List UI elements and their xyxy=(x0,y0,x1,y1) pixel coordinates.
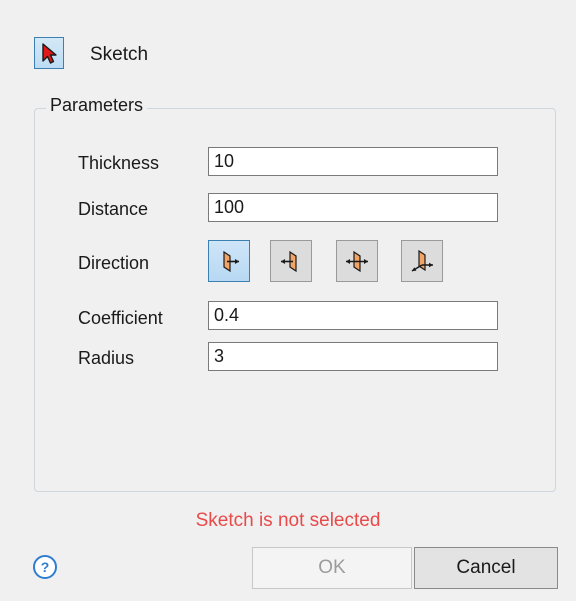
red-arrow-cursor-icon xyxy=(42,43,57,64)
direction-reverse-icon xyxy=(281,250,297,273)
thickness-label: Thickness xyxy=(78,153,160,173)
parameters-group-title: Parameters xyxy=(46,95,148,116)
direction-forward-icon xyxy=(223,250,239,273)
coefficient-input[interactable] xyxy=(208,301,498,330)
status-message: Sketch is not selected xyxy=(195,510,381,531)
distance-input[interactable] xyxy=(208,193,498,222)
direction-both-icon xyxy=(346,250,368,273)
radius-label: Radius xyxy=(78,348,135,368)
question-mark-icon[interactable]: ? xyxy=(33,555,57,579)
direction-label: Direction xyxy=(78,253,150,273)
cancel-button[interactable]: Cancel xyxy=(414,547,558,589)
thickness-input[interactable] xyxy=(208,147,498,176)
distance-label: Distance xyxy=(78,199,149,219)
direction-both-button[interactable] xyxy=(336,240,378,282)
sketch-label: Sketch xyxy=(90,44,149,65)
radius-input[interactable] xyxy=(208,342,498,371)
direction-reverse-button[interactable] xyxy=(270,240,312,282)
sketch-select-button[interactable] xyxy=(34,37,64,69)
direction-symmetric-button[interactable] xyxy=(401,240,443,282)
coefficient-label: Coefficient xyxy=(78,308,163,328)
direction-symmetric-icon xyxy=(411,249,433,272)
ok-button[interactable]: OK xyxy=(252,547,412,589)
direction-forward-button[interactable] xyxy=(208,240,250,282)
